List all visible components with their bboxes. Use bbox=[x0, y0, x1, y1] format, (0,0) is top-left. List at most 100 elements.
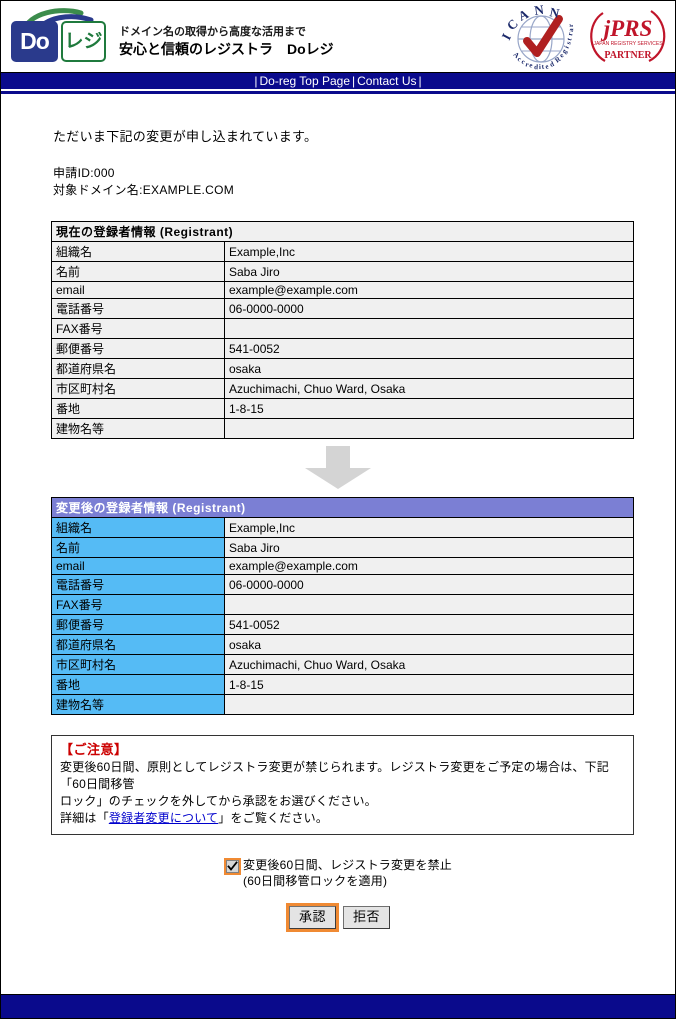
tagline-line-1: ドメイン名の取得から高度な活用まで bbox=[119, 26, 306, 38]
logo-reji-text: レジ bbox=[61, 21, 106, 62]
transition-arrow-wrap bbox=[1, 439, 675, 497]
site-tagline: ドメイン名の取得から高度な活用まで 安心と信頼のレジストラ Doレジ bbox=[119, 25, 334, 59]
notice-line-1: 変更後60日間、原則としてレジストラ変更が禁じられます。レジストラ変更をご予定の… bbox=[60, 760, 609, 791]
logo-do-text: Do bbox=[11, 21, 58, 62]
notice-line-3-prefix: 詳細は「 bbox=[60, 811, 109, 825]
site-header: Do レジ ドメイン名の取得から高度な活用まで 安心と信頼のレジストラ Doレジ… bbox=[1, 1, 675, 73]
table-row: 組織名 Example,Inc bbox=[51, 517, 634, 538]
row-label: email bbox=[51, 281, 225, 299]
page-root: Do レジ ドメイン名の取得から高度な活用まで 安心と信頼のレジストラ Doレジ… bbox=[0, 0, 676, 1019]
certification-logos: I C A N N A c c r e d i t e d R e g i s … bbox=[497, 3, 667, 71]
current-registrant-section: 現在の登録者情報 (Registrant) 組織名 Example,Inc 名前 Sa… bbox=[51, 221, 634, 439]
row-value: 541-0052 bbox=[224, 338, 634, 359]
approve-button[interactable]: 承認 bbox=[288, 906, 336, 929]
row-label: 市区町村名 bbox=[51, 378, 225, 399]
application-id-label: 申請ID: bbox=[53, 166, 94, 180]
notice-line-2: ロック」のチェックを外してから承認をお選びください。 bbox=[60, 794, 377, 808]
row-value: example@example.com bbox=[224, 557, 634, 575]
table-caption-row: 変更後の登録者情報 (Registrant) bbox=[51, 497, 634, 518]
table-row: 都道府県名 osaka bbox=[51, 634, 634, 655]
new-table-caption: 変更後の登録者情報 (Registrant) bbox=[51, 497, 634, 518]
table-row: 郵便番号 541-0052 bbox=[51, 614, 634, 635]
svg-text:d: d bbox=[549, 60, 556, 69]
row-value: osaka bbox=[224, 358, 634, 379]
row-label: 建物名等 bbox=[51, 418, 225, 439]
transfer-lock-control: 変更後60日間、レジストラ変更を禁止 (60日間移管ロックを適用) bbox=[224, 857, 452, 889]
table-row: 市区町村名 Azuchimachi, Chuo Ward, Osaka bbox=[51, 654, 634, 675]
action-buttons: 承認 拒否 bbox=[1, 903, 675, 932]
row-label: 番地 bbox=[51, 674, 225, 695]
row-value bbox=[224, 318, 634, 339]
table-row: 電話番号 06-0000-0000 bbox=[51, 298, 634, 319]
row-value: 06-0000-0000 bbox=[224, 298, 634, 319]
svg-text:a: a bbox=[567, 28, 575, 33]
icann-accredited-registrar-icon: I C A N N A c c r e d i t e d R e g i s … bbox=[498, 3, 575, 71]
svg-text:I: I bbox=[498, 31, 514, 43]
transfer-lock-label-line-2: (60日間移管ロックを適用) bbox=[243, 874, 388, 888]
application-info: 申請ID:000 対象ドメイン名:EXAMPLE.COM bbox=[53, 165, 675, 199]
row-label: 名前 bbox=[51, 261, 225, 282]
checkbox-focus-ring bbox=[224, 858, 242, 875]
site-footer bbox=[1, 994, 675, 1018]
row-label: 電話番号 bbox=[51, 298, 225, 319]
new-registrant-section: 変更後の登録者情報 (Registrant) 組織名 Example,Inc 名前 S… bbox=[51, 497, 634, 715]
table-row: FAX番号 bbox=[51, 318, 634, 339]
row-value: osaka bbox=[224, 634, 634, 655]
row-label: 郵便番号 bbox=[51, 338, 225, 359]
tagline-line-2: 安心と信頼のレジストラ Doレジ bbox=[119, 41, 334, 57]
down-arrow-icon bbox=[305, 446, 371, 489]
svg-text:A: A bbox=[516, 6, 532, 24]
row-label: 組織名 bbox=[51, 241, 225, 262]
nav-separator-right: | bbox=[418, 74, 422, 88]
domain-name-value: EXAMPLE.COM bbox=[142, 183, 235, 197]
table-row: 建物名等 bbox=[51, 694, 634, 715]
row-value bbox=[224, 694, 634, 715]
row-value bbox=[224, 418, 634, 439]
table-row: 市区町村名 Azuchimachi, Chuo Ward, Osaka bbox=[51, 378, 634, 399]
svg-text:JAPAN REGISTRY SERVICES: JAPAN REGISTRY SERVICES bbox=[593, 41, 663, 47]
table-row: 名前 Saba Jiro bbox=[51, 537, 634, 558]
table-row: 電話番号 06-0000-0000 bbox=[51, 574, 634, 595]
row-value: 1-8-15 bbox=[224, 398, 634, 419]
svg-text:d: d bbox=[534, 63, 539, 71]
notice-box: 【ご注意】 変更後60日間、原則としてレジストラ変更が禁じられます。レジストラ変… bbox=[51, 735, 634, 835]
row-label: 組織名 bbox=[51, 517, 225, 538]
bottom-spacer bbox=[1, 932, 675, 970]
nav-underline bbox=[1, 89, 675, 94]
table-row: FAX番号 bbox=[51, 594, 634, 615]
nav-items: | Do-reg Top Page | Contact Us | bbox=[1, 73, 675, 89]
row-label: 郵便番号 bbox=[51, 614, 225, 635]
svg-text:e: e bbox=[529, 61, 534, 69]
notice-line-3-suffix: 」をご覧ください。 bbox=[218, 811, 329, 825]
current-table-caption: 現在の登録者情報 (Registrant) bbox=[51, 221, 634, 242]
approve-button-focus-ring: 承認 bbox=[285, 903, 339, 932]
row-label: 市区町村名 bbox=[51, 654, 225, 675]
table-row: 名前 Saba Jiro bbox=[51, 261, 634, 282]
row-value bbox=[224, 594, 634, 615]
nav-link-top-page[interactable]: Do-reg Top Page bbox=[260, 74, 351, 88]
domain-name-label: 対象ドメイン名: bbox=[53, 183, 143, 197]
registrant-change-link[interactable]: 登録者変更について bbox=[109, 811, 218, 825]
row-value: Saba Jiro bbox=[224, 261, 634, 282]
table-row: 郵便番号 541-0052 bbox=[51, 338, 634, 359]
table-row: 番地 1-8-15 bbox=[51, 674, 634, 695]
row-value: example@example.com bbox=[224, 281, 634, 299]
svg-text:PARTNER: PARTNER bbox=[604, 50, 652, 61]
doreg-logo[interactable]: Do レジ bbox=[11, 7, 109, 65]
row-value: Saba Jiro bbox=[224, 537, 634, 558]
svg-text:r: r bbox=[567, 24, 575, 27]
svg-text:C: C bbox=[504, 16, 521, 33]
notice-title: 【ご注意】 bbox=[60, 742, 128, 757]
svg-text:jPRS: jPRS bbox=[600, 16, 653, 41]
reject-button[interactable]: 拒否 bbox=[343, 906, 391, 929]
logo-boxes: Do レジ bbox=[11, 21, 106, 62]
row-label: 名前 bbox=[51, 537, 225, 558]
row-label: 電話番号 bbox=[51, 574, 225, 595]
current-registrant-table: 現在の登録者情報 (Registrant) 組織名 Example,Inc 名前 Sa… bbox=[51, 221, 634, 439]
transfer-lock-checkbox[interactable] bbox=[226, 860, 240, 873]
top-navigation: | Do-reg Top Page | Contact Us | bbox=[1, 73, 675, 89]
table-row: 都道府県名 osaka bbox=[51, 358, 634, 379]
domain-name-row: 対象ドメイン名:EXAMPLE.COM bbox=[53, 182, 675, 199]
nav-link-contact-us[interactable]: Contact Us bbox=[357, 74, 416, 88]
notice-body: 変更後60日間、原則としてレジストラ変更が禁じられます。レジストラ変更をご予定の… bbox=[60, 759, 625, 827]
